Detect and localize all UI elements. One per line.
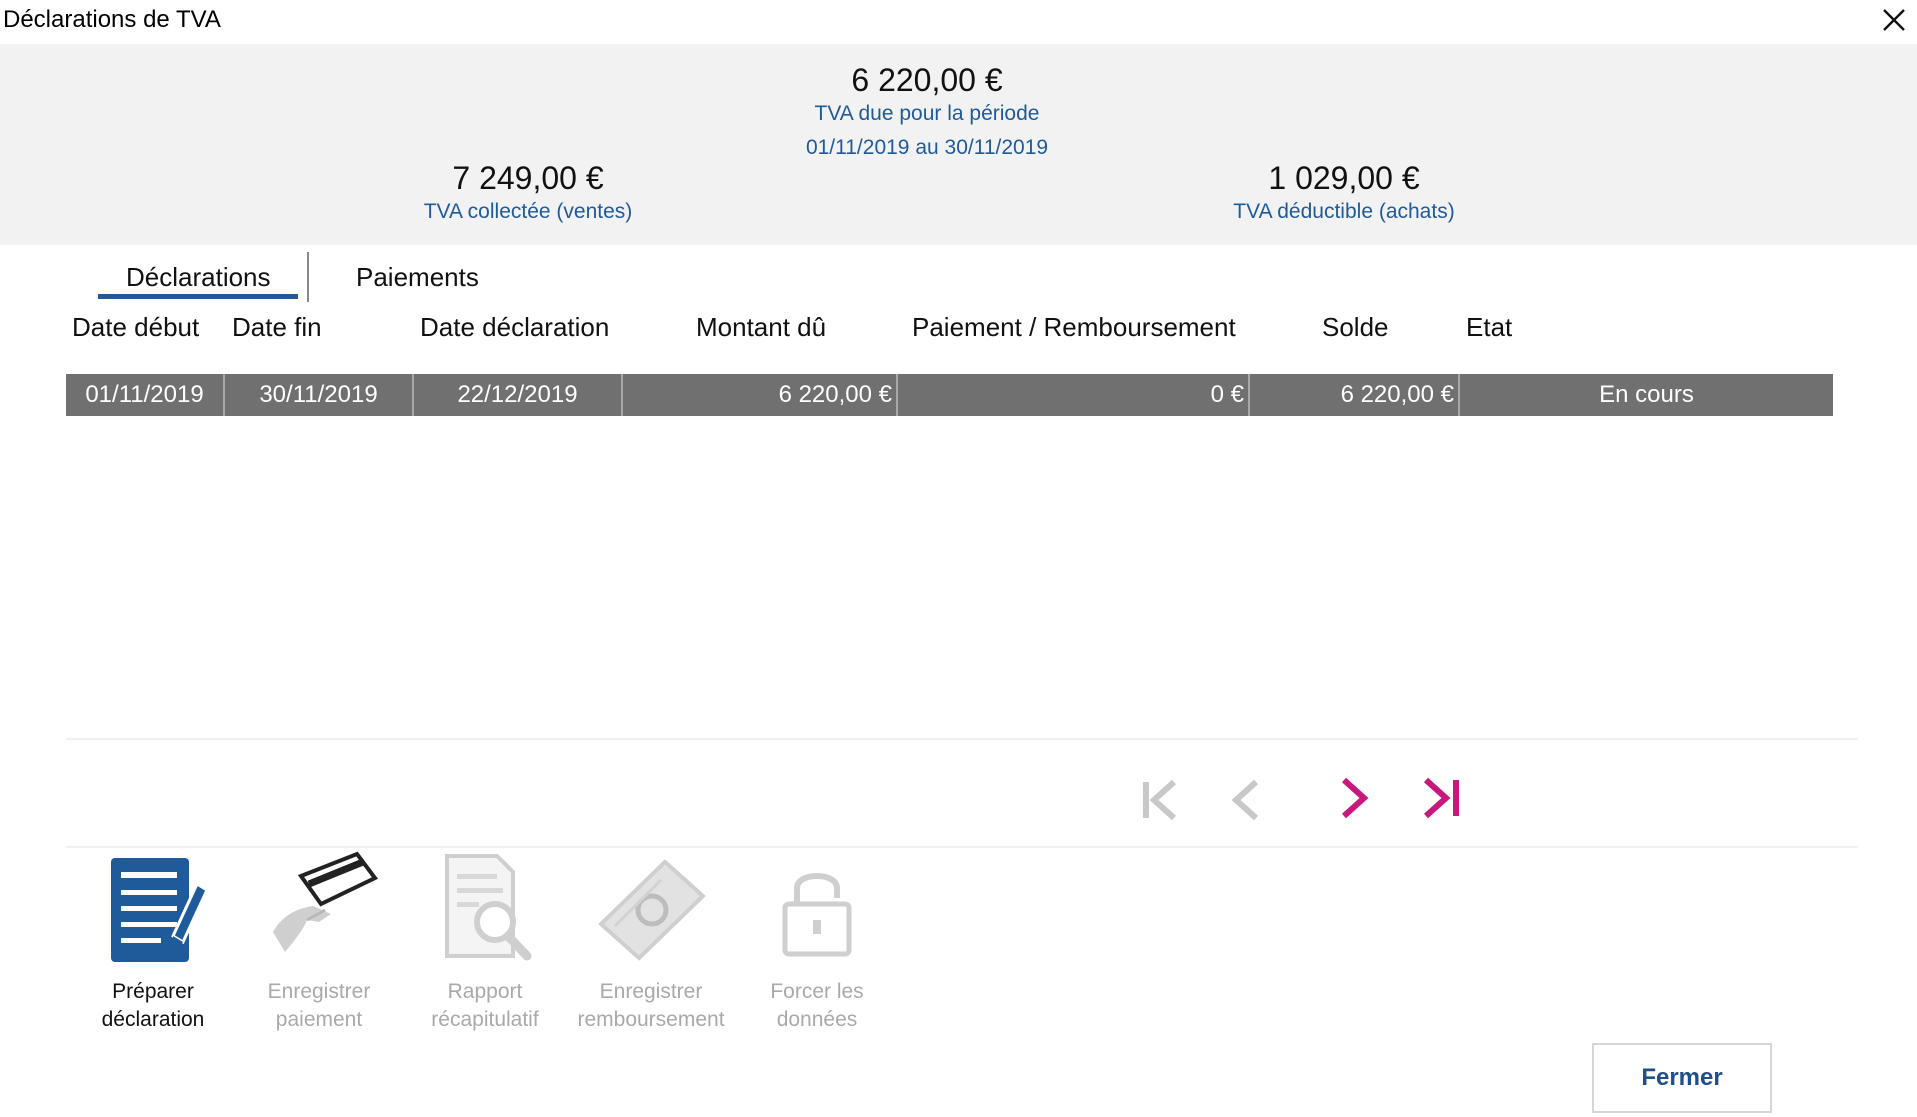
prepare-declaration-label: Préparer déclaration xyxy=(101,980,205,1031)
vat-period: 01/11/2019 au 30/11/2019 xyxy=(805,136,1049,159)
column-header-montant-du[interactable]: Montant dû xyxy=(696,312,826,343)
vat-due-amount: 6 220,00 € xyxy=(851,62,1003,98)
column-header-paiement-remboursement[interactable]: Paiement / Remboursement xyxy=(912,312,1236,343)
cell-solde: 6 220,00 € xyxy=(1250,374,1460,416)
vat-due-label: TVA due pour la période xyxy=(814,102,1040,125)
first-page-button[interactable] xyxy=(1132,772,1192,828)
record-payment-label: Enregistrer paiement xyxy=(267,980,371,1031)
next-page-button[interactable] xyxy=(1326,772,1386,828)
previous-page-button[interactable] xyxy=(1218,772,1278,828)
cell-date-fin: 30/11/2019 xyxy=(225,374,414,416)
tab-divider xyxy=(307,252,309,302)
column-header-date-debut[interactable]: Date début xyxy=(72,312,199,343)
title-bar: Déclarations de TVA xyxy=(0,0,1917,44)
force-data-label: Forcer les données xyxy=(770,980,864,1031)
force-data-button[interactable]: Forcer les données xyxy=(742,848,892,1034)
next-page-icon xyxy=(1341,777,1369,819)
record-refund-label: Enregistrer remboursement xyxy=(577,980,725,1031)
card-hand-icon xyxy=(273,851,379,952)
record-payment-button[interactable]: Enregistrer paiement xyxy=(244,848,394,1034)
tab-declarations[interactable]: Déclarations xyxy=(126,262,271,293)
column-header-etat[interactable]: Etat xyxy=(1466,312,1512,343)
report-search-icon xyxy=(445,854,532,961)
document-pen-icon xyxy=(111,858,209,962)
tab-paiements[interactable]: Paiements xyxy=(356,262,479,293)
summary-report-label: Rapport récapitulatif xyxy=(431,980,539,1031)
column-header-date-fin[interactable]: Date fin xyxy=(232,312,322,343)
summary-report-button[interactable]: Rapport récapitulatif xyxy=(410,848,560,1034)
window-title: Déclarations de TVA xyxy=(3,6,221,33)
previous-page-icon xyxy=(1231,779,1259,821)
banknote-icon xyxy=(598,859,706,961)
cell-paiement-remboursement: 0 € xyxy=(898,374,1250,416)
record-refund-button[interactable]: Enregistrer remboursement xyxy=(576,848,726,1034)
cell-etat: En cours xyxy=(1599,381,1694,408)
table-bottom-divider xyxy=(66,738,1858,740)
vat-deductible-label: TVA déductible (achats) xyxy=(1233,200,1455,223)
cell-date-declaration: 22/12/2019 xyxy=(414,374,623,416)
column-header-solde[interactable]: Solde xyxy=(1322,312,1389,343)
unlock-icon xyxy=(782,873,852,957)
close-icon xyxy=(1883,9,1905,31)
vat-summary-panel: 6 220,00 € TVA due pour la période 01/11… xyxy=(0,44,1917,245)
cell-montant-du: 6 220,00 € xyxy=(623,374,898,416)
table-row[interactable]: 01/11/2019 30/11/2019 22/12/2019 6 220,0… xyxy=(66,374,1833,416)
close-window-button[interactable] xyxy=(1876,2,1912,38)
prepare-declaration-button[interactable]: Préparer déclaration xyxy=(78,848,228,1034)
vat-collected-label: TVA collectée (ventes) xyxy=(423,200,633,223)
last-page-icon xyxy=(1423,777,1459,819)
first-page-icon xyxy=(1143,779,1177,821)
column-header-date-declaration[interactable]: Date déclaration xyxy=(420,312,609,343)
vat-collected-amount: 7 249,00 € xyxy=(452,160,604,196)
vat-deductible-amount: 1 029,00 € xyxy=(1268,160,1420,196)
fermer-button[interactable]: Fermer xyxy=(1592,1043,1772,1113)
cell-date-debut: 01/11/2019 xyxy=(66,374,225,416)
last-page-button[interactable] xyxy=(1412,772,1472,828)
active-tab-indicator xyxy=(98,294,298,299)
